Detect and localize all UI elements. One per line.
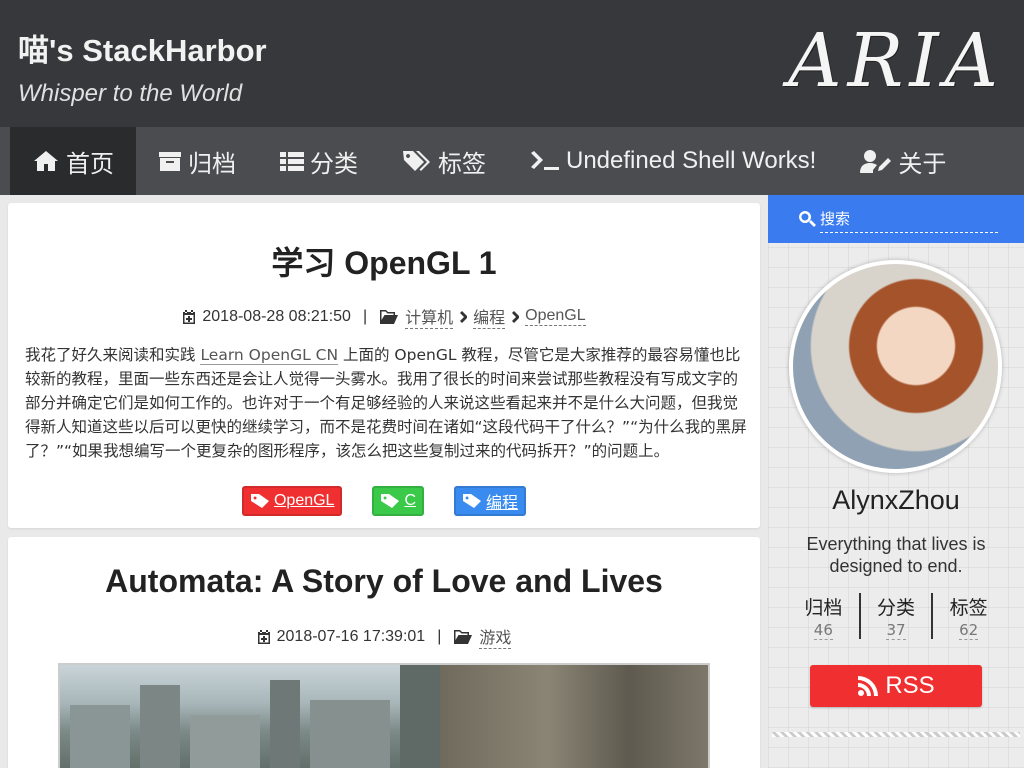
calendar-plus-icon xyxy=(183,309,196,324)
tag-c[interactable]: C xyxy=(372,486,425,516)
calendar-plus-icon xyxy=(257,629,270,644)
meta-separator: | xyxy=(362,307,368,325)
post-excerpt: 我花了好久来阅读和实践 Learn OpenGL CN 上面的 OpenGL 教… xyxy=(25,343,747,463)
nav-item-archive[interactable]: 归档 xyxy=(136,127,258,195)
stat-label: 归档 xyxy=(804,597,843,619)
category-link[interactable]: OpenGL xyxy=(525,307,586,326)
post-list: 学习 OpenGL 1 2018-08-28 08:21:50 | 计算机 编程… xyxy=(8,203,760,768)
folder-open-icon xyxy=(454,629,473,644)
site-title[interactable]: 喵's StackHarbor xyxy=(18,25,267,70)
nav-item-shell-works[interactable]: Undefined Shell Works! xyxy=(508,127,838,195)
tag-label: OpenGL xyxy=(273,492,335,509)
chevron-right-icon xyxy=(512,310,520,323)
nav-item-home[interactable]: 首页 xyxy=(10,127,136,195)
search-input[interactable] xyxy=(820,205,998,233)
nav-label: 首页 xyxy=(66,150,114,178)
tag-programming[interactable]: 编程 xyxy=(454,486,527,516)
user-edit-icon xyxy=(860,150,892,173)
main-nav: 首页 归档 分类 标签 Undefined Shell Works! 关于 xyxy=(0,127,1024,195)
excerpt-text: 我花了好久来阅读和实践 xyxy=(25,346,201,364)
author-description: Everything that lives is designed to end… xyxy=(806,534,986,576)
stat-label: 标签 xyxy=(949,597,988,619)
post-title[interactable]: Automata: A Story of Love and Lives xyxy=(8,563,760,600)
site-logo: ARIA xyxy=(788,18,1004,104)
nav-item-about[interactable]: 关于 xyxy=(838,127,968,195)
tag-icon xyxy=(381,494,400,508)
post-date: 2018-08-28 08:21:50 xyxy=(202,307,351,325)
post-title[interactable]: 学习 OpenGL 1 xyxy=(8,238,760,284)
rss-label: RSS xyxy=(885,672,935,699)
nav-label: 关于 xyxy=(898,150,947,178)
stat-count: 37 xyxy=(886,621,906,640)
stat-categories[interactable]: 分类 37 xyxy=(858,593,932,640)
rss-button[interactable]: RSS xyxy=(810,665,982,707)
post-card: 学习 OpenGL 1 2018-08-28 08:21:50 | 计算机 编程… xyxy=(8,203,760,528)
stat-archives[interactable]: 归档 46 xyxy=(788,593,859,640)
category-link[interactable]: 计算机 xyxy=(405,304,454,329)
tag-opengl[interactable]: OpenGL xyxy=(241,486,343,516)
post-card: Automata: A Story of Love and Lives 2018… xyxy=(8,537,760,768)
nav-label: 归档 xyxy=(188,150,236,178)
meta-separator: | xyxy=(437,627,442,645)
terminal-icon xyxy=(531,151,559,170)
post-meta: 2018-08-28 08:21:50 | 计算机 编程 OpenGL xyxy=(8,304,760,329)
category-link[interactable]: 编程 xyxy=(473,304,506,329)
site-subtitle: Whisper to the World xyxy=(18,80,243,107)
post-meta: 2018-07-16 17:39:01 | 游戏 xyxy=(8,624,760,649)
learnopengl-link[interactable]: Learn OpenGL CN xyxy=(200,346,339,365)
site-stats: 归档 46 分类 37 标签 62 xyxy=(788,593,1004,640)
tag-icon xyxy=(250,494,269,508)
nav-label: 标签 xyxy=(438,150,486,178)
stat-count: 46 xyxy=(813,621,833,640)
search-icon xyxy=(799,211,816,227)
home-icon xyxy=(34,151,58,171)
nav-label: 分类 xyxy=(310,150,358,178)
sidebar-divider xyxy=(772,732,1020,737)
tag-label: 编程 xyxy=(486,495,519,512)
tag-label: C xyxy=(404,492,417,509)
chevron-right-icon xyxy=(460,310,468,323)
search-bar xyxy=(768,195,1024,243)
rss-icon xyxy=(858,676,879,696)
nav-item-tags[interactable]: 标签 xyxy=(380,127,508,195)
tags-icon xyxy=(403,151,430,171)
stat-label: 分类 xyxy=(877,597,916,619)
author-name: AlynxZhou xyxy=(832,485,960,515)
post-date: 2018-07-16 17:39:01 xyxy=(276,627,426,645)
list-icon xyxy=(280,152,304,171)
tag-icon xyxy=(463,494,482,508)
post-cover-image[interactable] xyxy=(58,663,710,768)
site-header: 喵's StackHarbor Whisper to the World ARI… xyxy=(0,0,1024,127)
stat-tags[interactable]: 标签 62 xyxy=(931,593,1004,640)
nav-item-categories[interactable]: 分类 xyxy=(258,127,380,195)
post-tags: OpenGL C 编程 xyxy=(8,486,760,516)
sidebar: AlynxZhou Everything that lives is desig… xyxy=(768,195,1024,768)
nav-label: Undefined Shell Works! xyxy=(566,147,817,174)
folder-open-icon xyxy=(380,309,399,324)
stat-count: 62 xyxy=(959,621,979,640)
category-link[interactable]: 游戏 xyxy=(479,624,512,649)
archive-icon xyxy=(159,152,181,171)
avatar[interactable] xyxy=(789,260,1002,473)
